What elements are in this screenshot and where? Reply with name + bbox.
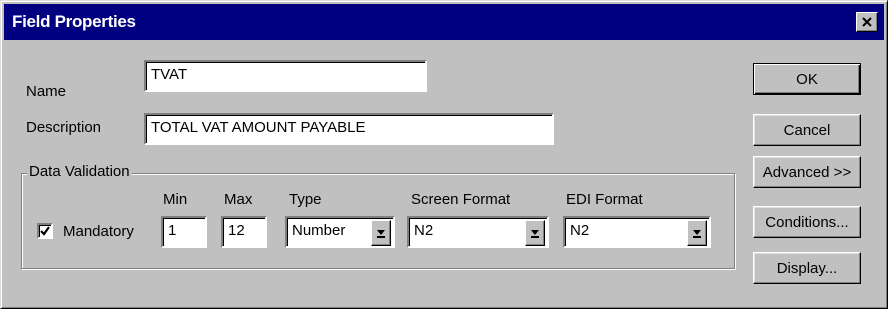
field-properties-dialog: Field Properties Name TVAT Description T… [0,0,888,309]
dialog-title: Field Properties [12,12,136,31]
screen-format-label: Screen Format [411,191,511,208]
mandatory-label: Mandatory [63,223,134,240]
screen-format-dropdown-button[interactable] [525,220,545,246]
screen-format-select[interactable]: N2 [407,216,549,248]
data-validation-legend: Data Validation [27,163,132,180]
advanced-button[interactable]: Advanced >> [753,156,861,188]
type-select[interactable]: Number [285,216,395,248]
min-field[interactable]: 1 [161,216,207,248]
display-button[interactable]: Display... [753,252,861,284]
type-label: Type [289,191,322,208]
dropdown-arrow-icon [377,230,385,238]
dropdown-arrow-icon [531,230,539,238]
screen-format-select-value: N2 [414,222,434,239]
type-dropdown-button[interactable] [371,220,391,246]
close-icon [862,17,872,27]
edi-format-select[interactable]: N2 [563,216,711,248]
ok-button[interactable]: OK [753,63,861,95]
max-field[interactable]: 12 [221,216,267,248]
title-bar: Field Properties [4,4,884,40]
description-label: Description [26,119,102,136]
cancel-button[interactable]: Cancel [753,114,861,146]
min-label: Min [163,191,188,208]
check-icon [40,226,50,236]
description-field[interactable]: TOTAL VAT AMOUNT PAYABLE [144,113,554,145]
name-label: Name [26,83,67,100]
type-select-value: Number [292,222,346,239]
name-field[interactable]: TVAT [144,60,427,92]
mandatory-checkbox[interactable] [37,223,53,239]
dropdown-arrow-icon [693,230,701,238]
edi-format-label: EDI Format [566,191,643,208]
edi-format-dropdown-button[interactable] [687,220,707,246]
edi-format-select-value: N2 [570,222,590,239]
max-label: Max [224,191,253,208]
conditions-button[interactable]: Conditions... [753,206,861,238]
close-button[interactable] [856,12,878,32]
